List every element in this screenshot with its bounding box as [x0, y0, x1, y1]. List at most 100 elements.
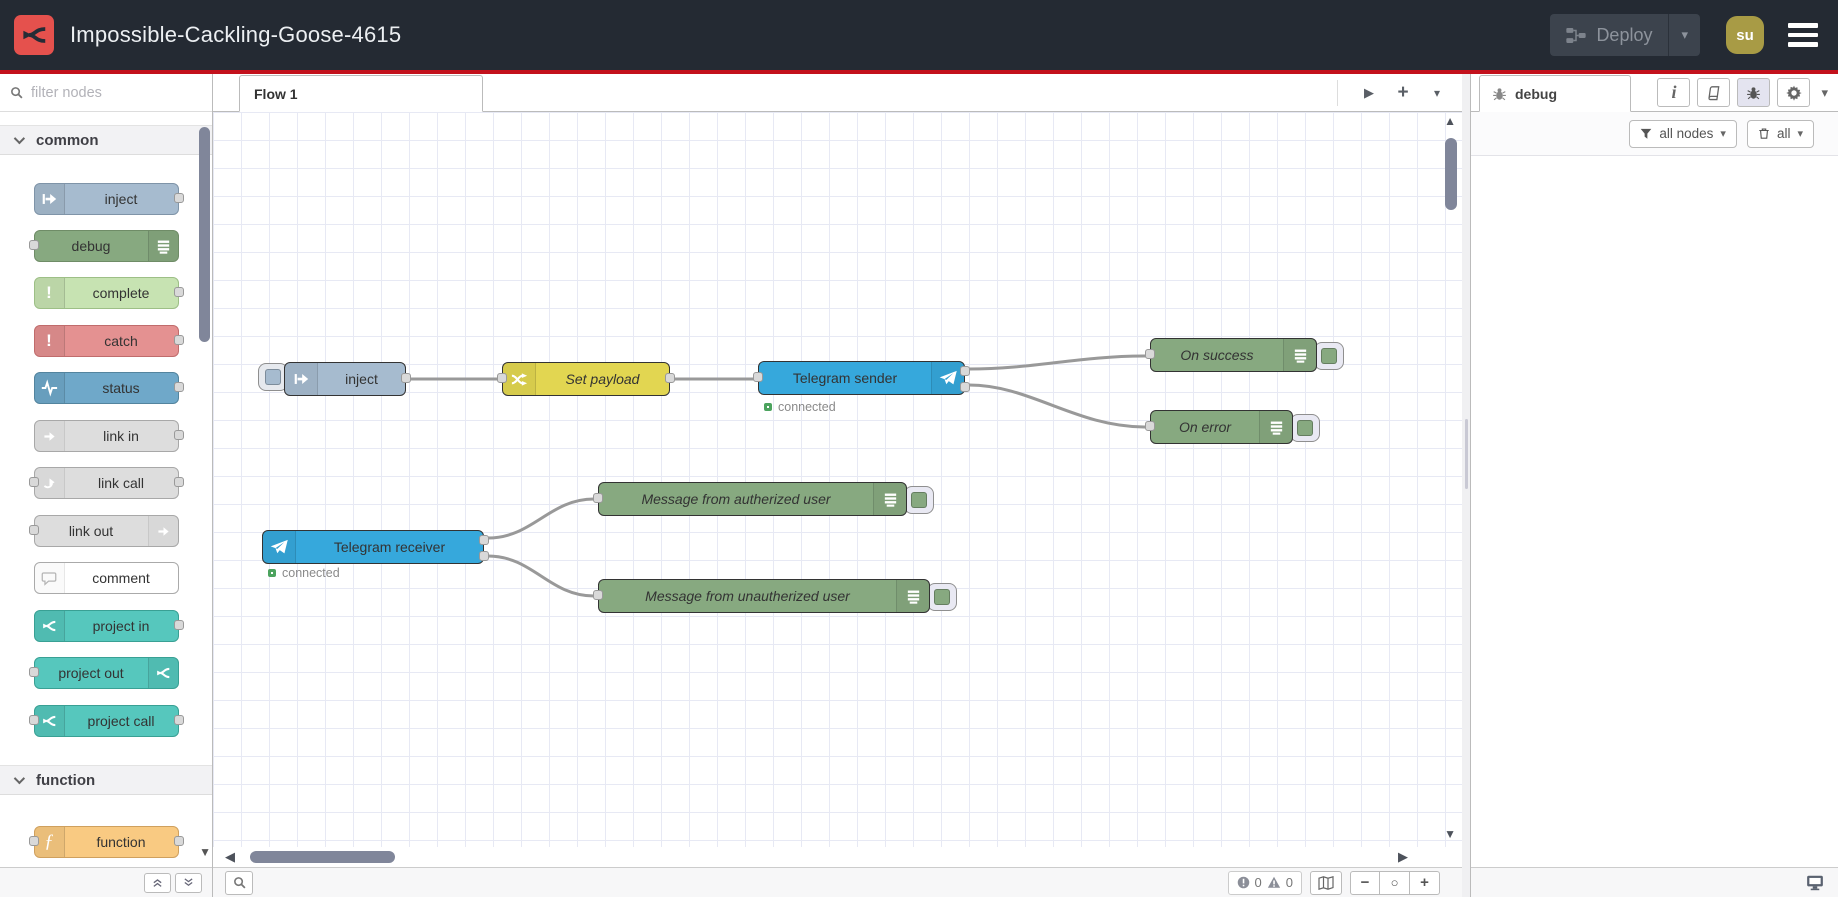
deploy-button[interactable]: Deploy ▾ — [1550, 14, 1700, 56]
navigator-button[interactable] — [1310, 870, 1342, 895]
debug-filter-button[interactable]: all nodes ▾ — [1629, 119, 1737, 148]
palette-scrollbar-thumb[interactable] — [199, 127, 210, 342]
output-port[interactable] — [173, 836, 184, 846]
output-port-error[interactable] — [960, 382, 970, 392]
input-port[interactable] — [28, 525, 39, 535]
output-port[interactable] — [173, 193, 184, 203]
wire-telegram-sender-to-on-success[interactable] — [968, 354, 1147, 371]
canvas-vertical-scrollbar-thumb[interactable] — [1445, 138, 1457, 210]
input-port[interactable] — [753, 372, 763, 382]
canvas-horizontal-scrollbar-thumb[interactable] — [250, 851, 395, 863]
canvas-scroll-right-icon[interactable]: ▶ — [1398, 849, 1408, 865]
palette-node-complete[interactable]: ! complete — [33, 277, 184, 309]
canvas-scroll-left-icon[interactable]: ◀ — [225, 849, 235, 865]
input-port[interactable] — [28, 477, 39, 487]
debug-clear-button[interactable]: all ▾ — [1746, 119, 1814, 148]
input-port[interactable] — [28, 836, 39, 846]
wire-telegram-receiver-to-msg-authorized[interactable] — [487, 497, 595, 540]
palette-node-inject[interactable]: inject — [33, 183, 184, 215]
help-tab-button[interactable] — [1697, 78, 1731, 107]
palette-scroll-down-icon[interactable]: ▼ — [199, 845, 211, 859]
tab-debug[interactable]: debug — [1479, 75, 1631, 112]
wire-telegram-sender-to-on-error[interactable] — [968, 383, 1147, 429]
node-label: inject — [345, 371, 378, 387]
palette-node-link-out[interactable]: link out — [28, 515, 179, 547]
flow-node-msg-unauthorized[interactable]: Message from unautherized user — [593, 579, 930, 613]
flow-node-on-error[interactable]: On error — [1145, 410, 1293, 444]
palette-node-project-call[interactable]: project call — [28, 705, 184, 737]
flow-node-msg-authorized[interactable]: Message from autherized user — [593, 482, 907, 516]
flow-node-on-success[interactable]: On success — [1145, 338, 1317, 372]
output-port[interactable] — [665, 373, 675, 383]
input-port[interactable] — [28, 240, 39, 250]
palette-node-link-call[interactable]: link call — [28, 467, 184, 499]
config-nodes-tab-button[interactable] — [1777, 78, 1811, 107]
sidebar-menu-caret[interactable]: ▾ — [1821, 85, 1828, 101]
output-port[interactable] — [173, 382, 184, 392]
main-menu-button[interactable] — [1788, 23, 1818, 47]
zoom-out-button[interactable]: − — [1350, 870, 1380, 895]
input-port[interactable] — [497, 373, 507, 383]
output-port-success[interactable] — [960, 366, 970, 376]
palette-node-comment[interactable]: comment — [33, 562, 179, 594]
zoom-in-button[interactable]: + — [1410, 870, 1440, 895]
output-port[interactable] — [173, 715, 184, 725]
palette-node-function[interactable]: ƒ function — [28, 826, 184, 858]
canvas-scroll-down-icon[interactable]: ▼ — [1444, 827, 1456, 841]
output-port[interactable] — [173, 287, 184, 297]
tab-flow-1[interactable]: Flow 1 — [239, 75, 483, 112]
output-port[interactable] — [173, 477, 184, 487]
zoom-reset-button[interactable]: ○ — [1380, 870, 1410, 895]
output-port[interactable] — [173, 335, 184, 345]
collapse-all-categories-button[interactable] — [144, 872, 171, 893]
output-port-unauthorized[interactable] — [479, 551, 489, 561]
flow-node-set-payload[interactable]: Set payload — [497, 362, 675, 396]
sidebar-resize-handle[interactable] — [1462, 74, 1470, 897]
hamburger-icon — [1788, 23, 1818, 28]
deploy-options-caret[interactable]: ▾ — [1668, 14, 1700, 56]
input-port[interactable] — [28, 715, 39, 725]
palette-category-function[interactable]: function — [0, 765, 212, 795]
deploy-main[interactable]: Deploy — [1550, 25, 1668, 46]
flow-node-inject[interactable]: inject — [284, 362, 411, 396]
palette-node-catch[interactable]: ! catch — [33, 325, 184, 357]
input-port[interactable] — [1145, 349, 1155, 359]
user-avatar[interactable]: su — [1726, 16, 1764, 54]
add-flow-button[interactable]: + — [1386, 82, 1420, 104]
flow-node-telegram-sender[interactable]: Telegram sender — [753, 361, 970, 395]
canvas-horizontal-scrollbar[interactable]: ◀ ▶ — [213, 847, 1462, 867]
palette-node-status[interactable]: status — [33, 372, 184, 404]
output-port[interactable] — [401, 373, 411, 383]
output-port-authorized[interactable] — [479, 535, 489, 545]
output-port[interactable] — [173, 620, 184, 630]
palette-filter-input[interactable] — [29, 83, 179, 102]
node-label: On success — [1180, 347, 1254, 363]
input-port[interactable] — [593, 590, 603, 600]
palette-node-link-in[interactable]: link in — [33, 420, 184, 452]
flow-issues-indicator[interactable]: 0 0 — [1227, 870, 1302, 895]
flow-canvas[interactable]: inject Set payload Telegram sender conne… — [213, 112, 1462, 847]
output-port[interactable] — [173, 430, 184, 440]
palette-search[interactable] — [0, 74, 212, 112]
input-port[interactable] — [28, 667, 39, 677]
palette-node-debug[interactable]: debug — [28, 230, 179, 262]
flow-list-button[interactable]: ▶ — [1352, 85, 1386, 101]
palette-category-common[interactable]: common — [0, 125, 212, 155]
wire-telegram-receiver-to-msg-unauthorized[interactable] — [487, 554, 595, 598]
input-port[interactable] — [593, 493, 603, 503]
expand-all-categories-button[interactable] — [175, 872, 202, 893]
canvas-search-button[interactable] — [225, 870, 253, 895]
debug-toggle-on-error[interactable] — [1290, 414, 1320, 442]
flow-menu-caret[interactable]: ▾ — [1420, 86, 1454, 100]
palette-node-project-in[interactable]: project in — [33, 610, 184, 642]
debug-toggle-msg-authorized[interactable] — [904, 486, 934, 514]
canvas-scroll-up-icon[interactable]: ▲ — [1444, 114, 1456, 128]
palette-node-project-out[interactable]: project out — [28, 657, 179, 689]
debug-tab-button[interactable] — [1737, 78, 1771, 107]
debug-toggle-msg-unauthorized[interactable] — [927, 583, 957, 611]
open-debug-window-button[interactable] — [1806, 875, 1824, 891]
input-port[interactable] — [1145, 421, 1155, 431]
flow-node-telegram-receiver[interactable]: Telegram receiver — [262, 530, 489, 564]
info-tab-button[interactable]: i — [1657, 78, 1691, 107]
debug-toggle-on-success[interactable] — [1314, 342, 1344, 370]
